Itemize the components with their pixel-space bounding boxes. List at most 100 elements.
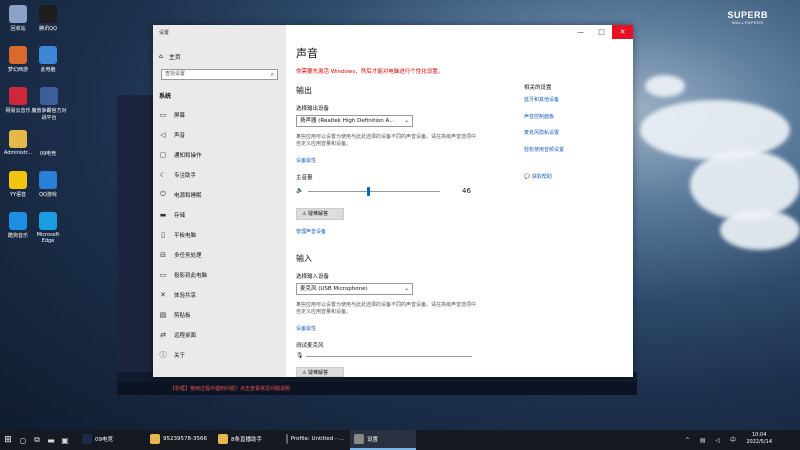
chevron-down-icon: ⌄: [403, 285, 409, 292]
brand-line1: SUPERB: [727, 10, 768, 20]
related-settings-heading: 相关的设置: [524, 85, 552, 91]
game-icon: [39, 130, 57, 148]
clock-time: 10:04: [751, 432, 767, 438]
taskbar-app-label: 8条直播助手: [231, 437, 262, 443]
storage-icon: ▬: [159, 210, 167, 219]
qq-icon: [39, 5, 57, 23]
output-heading: 输出: [296, 86, 312, 95]
project-icon: ▭: [159, 270, 167, 279]
search-input[interactable]: 查找设置 ⌕: [161, 69, 278, 80]
input-description: 某些应用可以设置为使用与此处选择的设备不同的声音设备。请在高级声音选项中自定义应…: [296, 302, 477, 315]
sidebar-item-storage[interactable]: ▬ 存储: [153, 205, 286, 224]
taskbar-app[interactable]: 设置: [350, 430, 416, 450]
speaker-icon[interactable]: 🔈: [296, 187, 303, 194]
kugou-icon: [9, 212, 27, 230]
computer-icon: [39, 46, 57, 64]
output-choose-label: 选择输出设备: [296, 106, 330, 112]
input-device-select[interactable]: 麦克风 (USB Microphone) ⌄: [296, 283, 413, 295]
desktop-icon-this-pc[interactable]: 此电脑: [32, 46, 64, 73]
share-icon: ✕: [160, 290, 166, 299]
sidebar-item-tablet[interactable]: ▯ 平板电脑: [153, 225, 286, 244]
qq-game-icon: [39, 171, 57, 189]
taskbar-app-label: 95239578-3566: [163, 436, 207, 442]
input-troubleshoot-label: 疑难解答: [308, 370, 329, 376]
desktop-icon-warcraft[interactable]: 魔兽争霸官方对战平台: [30, 87, 68, 121]
sidebar-item-notification[interactable]: ▢ 通知和操作: [153, 145, 286, 164]
output-properties-link[interactable]: 设备属性: [296, 157, 316, 164]
music-icon: [9, 87, 27, 105]
sidebar-item-monitor[interactable]: ▭ 屏幕: [153, 105, 286, 124]
desktop-icon-mhxy[interactable]: 梦幻西游: [2, 46, 34, 73]
sidebar-item-clipboard[interactable]: ▤ 剪贴板: [153, 305, 286, 324]
sidebar-item-info[interactable]: ⓘ 关于: [153, 345, 286, 364]
sidebar-item-remote[interactable]: ⇄ 远程桌面: [153, 325, 286, 344]
input-troubleshoot-button[interactable]: ⚠ 疑难解答: [296, 367, 344, 377]
task-view-icon[interactable]: ⧉: [30, 435, 44, 445]
taskbar-app[interactable]: Profile: Untitled - ...: [282, 430, 348, 450]
desktop-icon-yy[interactable]: YY语音: [2, 171, 34, 198]
related-link-mic-privacy[interactable]: 麦克风隐私设置: [524, 129, 559, 136]
help-icon: 💬: [524, 174, 531, 180]
folder-icon: [9, 130, 27, 148]
taskbar: ⊞ ○ ⧉ ▬ ▣ 09电竞 95239578-3566 8条直播助手 Profile…: [0, 430, 800, 450]
taskbar-app[interactable]: 09电竞: [78, 430, 144, 450]
desktop-icon-edge[interactable]: Microsoft Edge: [32, 212, 64, 244]
file-explorer-icon[interactable]: ▬: [44, 436, 58, 445]
sidebar-item-multitask[interactable]: ⊟ 多任务处理: [153, 245, 286, 264]
edge-icon: [39, 212, 57, 230]
related-link-ease-audio[interactable]: 轻松使用音频设置: [524, 146, 564, 153]
desktop-icon-09[interactable]: 09电竞: [32, 130, 64, 157]
sidebar-item-label: 关于: [174, 352, 186, 359]
related-link-sound-panel[interactable]: 声音控制面板: [524, 113, 554, 120]
input-device-value: 麦克风 (USB Microphone): [300, 286, 368, 292]
notification-icon: ▢: [159, 150, 167, 159]
window-controls: — □ ✕: [570, 25, 633, 39]
background-app-status-text[interactable]: 【秒框】使用过程中遇到问题？点击查看常见问题说明: [170, 385, 290, 392]
system-tray-icons[interactable]: ^ ▤ ◁ 中: [685, 435, 740, 444]
desktop-icon-qq[interactable]: 腾讯QQ: [32, 5, 64, 32]
related-link-bluetooth[interactable]: 蓝牙和其他设备: [524, 96, 559, 103]
taskbar-app-label: Profile: Untitled - ...: [290, 436, 344, 442]
pinned-app-icon[interactable]: ▣: [58, 436, 72, 445]
sidebar-item-share[interactable]: ✕ 体验共享: [153, 285, 286, 304]
search-placeholder: 查找设置: [165, 71, 186, 77]
volume-slider-track[interactable]: [308, 191, 440, 192]
chevron-down-icon: ⌄: [403, 117, 409, 124]
desktop-icon-label: 09电竞: [39, 151, 57, 157]
output-device-select[interactable]: 扬声器 (Realtek High Definition A... ⌄: [296, 115, 413, 127]
sidebar-item-label: 声音: [174, 132, 186, 139]
home-icon: ⌂: [159, 53, 163, 60]
close-button[interactable]: ✕: [612, 25, 633, 39]
settings-sidebar: 设置 ⌂ 主页 查找设置 ⌕ 系统 ▭ 屏幕 ◁ 声音 ▢ 通知和操作 ☾ 专注助手 ⏻ 电源和睡…: [153, 25, 286, 377]
desktop-icon-qq-game[interactable]: QQ游戏: [32, 171, 64, 198]
sidebar-item-speaker[interactable]: ◁ 声音: [153, 125, 286, 144]
taskbar-app[interactable]: 95239578-3566: [146, 430, 212, 450]
input-properties-link[interactable]: 设备属性: [296, 325, 316, 332]
desktop-icon-recycle-bin[interactable]: 回收站: [2, 5, 34, 32]
minimize-button[interactable]: —: [570, 25, 591, 39]
search-icon: ⌕: [270, 71, 274, 78]
sidebar-item-moon[interactable]: ☾ 专注助手: [153, 165, 286, 184]
sidebar-item-power[interactable]: ⏻ 电源和睡眠: [153, 185, 286, 204]
volume-slider-thumb[interactable]: [367, 187, 371, 196]
settings-window[interactable]: 设置 ⌂ 主页 查找设置 ⌕ 系统 ▭ 屏幕 ◁ 声音 ▢ 通知和操作 ☾ 专注助手 ⏻ 电源和睡…: [153, 25, 633, 377]
desktop-icon-admin[interactable]: Administr...: [0, 130, 36, 156]
maximize-button[interactable]: □: [591, 25, 612, 39]
warning-icon: ⚠: [302, 370, 307, 376]
settings-content: — □ ✕ 声音 你需要先激活 Windows，然后才能对电脑进行个性化设置。 …: [286, 25, 633, 377]
taskbar-app[interactable]: 8条直播助手: [214, 430, 280, 450]
sidebar-home[interactable]: ⌂ 主页: [159, 52, 181, 61]
desktop-icon-kugou[interactable]: 酷狗音乐: [2, 212, 34, 239]
search-icon[interactable]: ○: [16, 436, 30, 445]
sidebar-item-project[interactable]: ▭ 投影到此电脑: [153, 265, 286, 284]
desktop-icon-label: 腾讯QQ: [39, 26, 57, 32]
output-troubleshoot-button[interactable]: ⚠ 疑难解答: [296, 208, 344, 220]
sidebar-item-label: 剪贴板: [174, 312, 191, 319]
output-troubleshoot-label: 疑难解答: [308, 211, 329, 217]
manage-sound-devices-link[interactable]: 管理声音设备: [296, 228, 326, 235]
clock[interactable]: 10:04 2022/5/14: [746, 432, 772, 446]
cloud: [645, 75, 685, 97]
windows-start-icon[interactable]: ⊞: [0, 435, 16, 445]
sidebar-item-label: 专注助手: [174, 172, 197, 179]
get-help[interactable]: 💬 获取帮助: [524, 173, 552, 180]
